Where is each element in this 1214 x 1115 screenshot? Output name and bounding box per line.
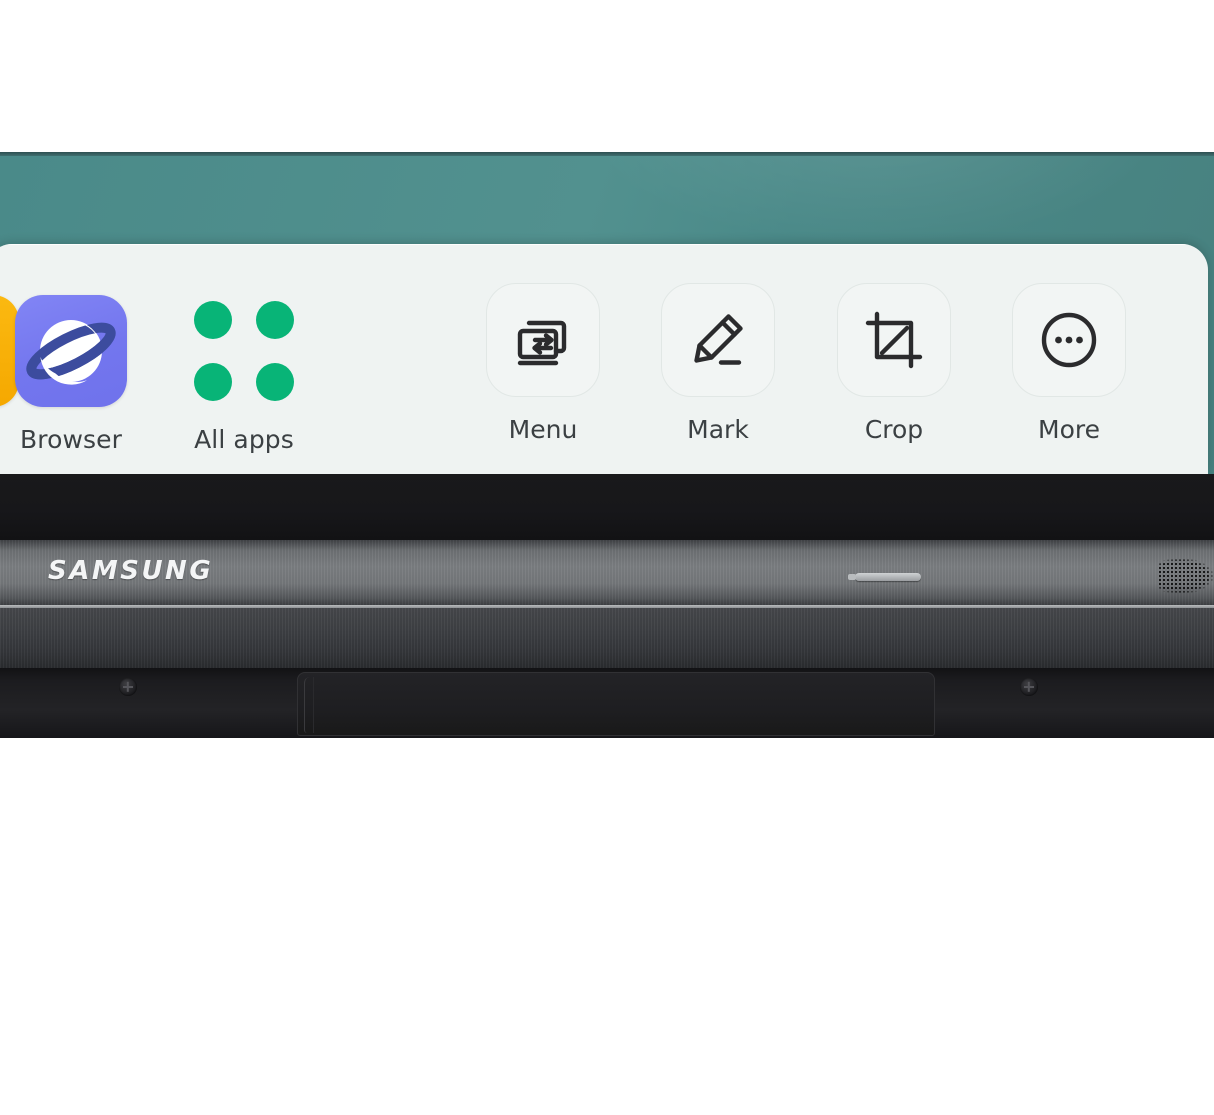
samsung-brand-logo: SAMSUNG [48,556,214,586]
crop-frame-icon [837,283,951,397]
screw [1020,678,1038,696]
tool-button-label: More [1038,415,1100,444]
source-switch-screens-icon [486,283,600,397]
tool-button-mark[interactable]: Mark [659,283,777,444]
app-shortcut-browser[interactable]: Browser [12,295,130,454]
tool-button-menu[interactable]: Menu [484,283,602,444]
screen-top-edge [0,152,1214,156]
grid-dot [194,363,232,401]
tool-button-crop[interactable]: Crop [835,283,953,444]
samsung-internet-planet-icon [15,295,127,407]
stylus-slot [848,573,921,581]
tool-button-label: Menu [508,415,578,444]
tool-button-label: Crop [864,415,924,444]
tool-button-more[interactable]: More [1010,283,1128,444]
grid-dot [194,301,232,339]
pencil-marker-icon [661,283,775,397]
bezel-panel [297,672,935,736]
speaker-grille [1158,558,1214,594]
screenshot-root: Browser All apps Menu Mark Crop More SAM… [0,0,1214,1115]
bezel-band-black-top [0,474,1214,540]
bezel-band-dark-gray [0,608,1214,668]
app-shortcut-all-apps[interactable]: All apps [185,295,303,454]
app-shortcut-label: Browser [19,425,122,454]
screw [119,678,137,696]
grid-dot [256,363,294,401]
circle-ellipsis-icon [1012,283,1126,397]
tool-button-label: Mark [687,415,749,444]
four-dots-grid-icon [188,295,300,407]
floating-toolbar-panel: Browser All apps Menu Mark Crop More [0,244,1208,474]
app-shortcuts-cluster: Browser All apps [0,244,430,474]
app-shortcut-label: All apps [194,425,294,454]
grid-dot [256,301,294,339]
